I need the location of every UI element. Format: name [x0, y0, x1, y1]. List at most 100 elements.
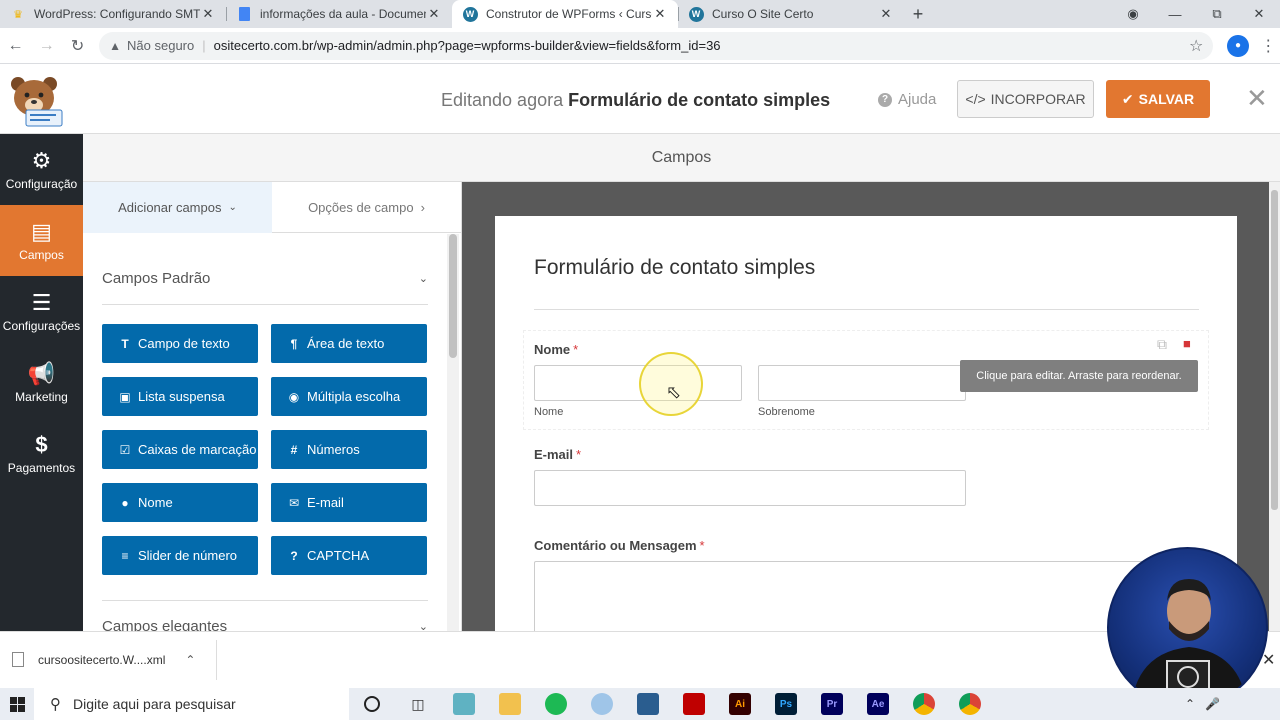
microphone-icon[interactable]: 🎤 [1205, 697, 1220, 711]
title-divider [534, 309, 1199, 310]
browser-tab-smtp[interactable]: ♛ WordPress: Configurando SMTP ✕ [0, 0, 226, 28]
duplicate-icon[interactable]: ⧉ [1157, 336, 1167, 353]
address-bar[interactable]: ▲ Não seguro | ositecerto.com.br/wp-admi… [99, 31, 1214, 60]
close-tab-icon[interactable]: ✕ [878, 6, 894, 22]
builder-sidebar: ⚙ Configuração ▤ Campos ☰ Configurações … [0, 134, 83, 631]
tab-field-options[interactable]: Opções de campo › [272, 182, 461, 233]
sidebar-item-configuracao[interactable]: ⚙ Configuração [0, 134, 83, 205]
windows-taskbar: ⚲ Digite aqui para pesquisar ◫ Ai Ps Pr … [0, 688, 1280, 720]
download-item[interactable]: cursoositecerto.W....xml ⌃ [12, 652, 195, 667]
field-button-captcha[interactable]: ? CAPTCHA [271, 536, 427, 575]
windows-start-icon[interactable] [0, 696, 34, 712]
search-placeholder: Digite aqui para pesquisar [73, 696, 236, 712]
field-button-number-slider[interactable]: ≡ Slider de número [102, 536, 258, 575]
editing-prefix: Editando agora [441, 90, 564, 110]
panel-scrollbar[interactable] [447, 234, 459, 631]
file-explorer-icon[interactable] [487, 688, 533, 720]
close-tab-icon[interactable]: ✕ [200, 6, 216, 22]
code-icon: </> [965, 91, 986, 107]
media-app-icon[interactable] [579, 688, 625, 720]
field-button-dropdown[interactable]: ▣ Lista suspensa [102, 377, 258, 416]
window-close-icon[interactable]: ✕ [1238, 6, 1280, 22]
fields-panel: Adicionar campos ⌄ Opções de campo › Cam… [83, 182, 462, 631]
scrollbar-thumb[interactable] [449, 234, 457, 358]
save-label: SALVAR [1138, 91, 1195, 107]
field-button-textarea[interactable]: ¶ Área de texto [271, 324, 427, 363]
docs-icon [236, 6, 252, 22]
group-standard-fields[interactable]: Campos Padrão ⌄ [102, 270, 428, 287]
embed-label: INCORPORAR [990, 91, 1086, 107]
last-name-input[interactable] [758, 365, 966, 401]
sidebar-item-configuracoes[interactable]: ☰ Configurações [0, 276, 83, 347]
mouse-cursor-icon: ⬁ [666, 382, 682, 402]
browser-tab-wpforms[interactable]: W Construtor de WPForms ‹ Curso ✕ [452, 0, 678, 28]
edit-tooltip: Clique para editar. Arraste para reorden… [960, 360, 1198, 392]
smtp-icon: ♛ [13, 8, 23, 21]
sidebar-item-pagamentos[interactable]: $ Pagamentos [0, 418, 83, 489]
save-button[interactable]: ✔ SALVAR [1106, 80, 1210, 118]
cortana-icon[interactable] [349, 688, 395, 720]
field-button-name[interactable]: ● Nome [102, 483, 258, 522]
scrollbar-thumb[interactable] [1271, 190, 1278, 510]
tab-add-fields[interactable]: Adicionar campos ⌄ [83, 182, 272, 233]
group-fancy-fields[interactable]: Campos elegantes ⌄ [102, 618, 428, 631]
forward-icon[interactable]: → [31, 37, 62, 55]
email-input[interactable] [534, 470, 966, 506]
field-button-numbers[interactable]: # Números [271, 430, 427, 469]
file-icon [12, 652, 24, 667]
close-download-bar-icon[interactable]: ✕ [1262, 650, 1275, 670]
photoshop-icon[interactable]: Ps [763, 688, 809, 720]
field-button-text[interactable]: T Campo de texto [102, 324, 258, 363]
chrome-profile-icon[interactable] [947, 688, 993, 720]
download-filename: cursoositecerto.W....xml [38, 652, 166, 667]
name-field-label: Nome * [534, 342, 578, 357]
chrome-icon[interactable] [901, 688, 947, 720]
back-icon[interactable]: ← [0, 37, 31, 55]
sidebar-item-label: Configurações [2, 318, 81, 333]
bookmark-star-icon[interactable]: ☆ [1189, 36, 1203, 56]
spotify-icon[interactable] [533, 688, 579, 720]
profile-avatar-icon[interactable]: ● [1227, 34, 1249, 57]
tray-chevron-icon[interactable]: ⌃ [1185, 697, 1195, 711]
group-divider [102, 304, 428, 305]
field-label: Área de texto [307, 336, 385, 351]
task-view-icon[interactable]: ◫ [395, 688, 441, 720]
close-tab-icon[interactable]: ✕ [652, 6, 668, 22]
url-text: ositecerto.com.br/wp-admin/admin.php?pag… [213, 38, 721, 53]
message-textarea[interactable] [534, 561, 1199, 631]
chevron-up-icon[interactable]: ⌃ [185, 653, 195, 667]
tab-search-icon[interactable]: ◉ [1112, 6, 1154, 22]
embed-button[interactable]: </> INCORPORAR [957, 80, 1094, 118]
close-tab-icon[interactable]: ✕ [426, 6, 442, 22]
illustrator-icon[interactable]: Ai [717, 688, 763, 720]
edge-app-icon[interactable] [441, 688, 487, 720]
reload-icon[interactable]: ↻ [62, 36, 93, 56]
field-button-checkboxes[interactable]: ☑ Caixas de marcação [102, 430, 258, 469]
minimize-icon[interactable]: — [1154, 7, 1196, 22]
first-name-input[interactable] [534, 365, 742, 401]
close-builder-icon[interactable]: ✕ [1246, 84, 1268, 112]
new-tab-icon[interactable]: + [904, 0, 932, 28]
preview-form-title: Formulário de contato simples [534, 256, 816, 279]
after-effects-icon[interactable]: Ae [855, 688, 901, 720]
help-link[interactable]: ? Ajuda [878, 91, 936, 108]
sidebar-item-marketing[interactable]: 📢 Marketing [0, 347, 83, 418]
field-button-multiple-choice[interactable]: ◉ Múltipla escolha [271, 377, 427, 416]
sidebar-item-campos[interactable]: ▤ Campos [0, 205, 83, 276]
field-button-email[interactable]: ✉ E-mail [271, 483, 427, 522]
filezilla-icon[interactable] [671, 688, 717, 720]
browser-tab-course[interactable]: W Curso O Site Certo ✕ [678, 0, 904, 28]
browser-tab-docs[interactable]: informações da aula - Document ✕ [226, 0, 452, 28]
taskbar-search-box[interactable]: ⚲ Digite aqui para pesquisar [34, 688, 349, 720]
browser-menu-icon[interactable]: ⋮ [1257, 36, 1280, 56]
premiere-icon[interactable]: Pr [809, 688, 855, 720]
vscode-icon[interactable] [625, 688, 671, 720]
tab-title: Construtor de WPForms ‹ Curso [486, 7, 652, 21]
form-preview-card: Formulário de contato simples Nome * Nome… [495, 216, 1237, 631]
radio-icon: ◉ [288, 389, 300, 404]
preview-scrollbar[interactable] [1269, 182, 1280, 631]
restore-icon[interactable]: ⧉ [1196, 6, 1238, 22]
trash-icon[interactable]: ■ [1183, 336, 1191, 351]
label-text: Comentário ou Mensagem [534, 538, 697, 553]
group-divider [102, 600, 428, 601]
